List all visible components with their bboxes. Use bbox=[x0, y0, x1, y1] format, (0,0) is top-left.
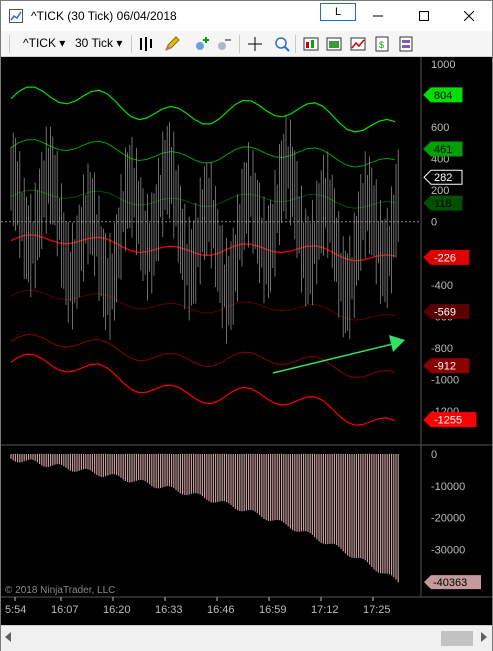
close-icon bbox=[464, 11, 474, 21]
link-button[interactable]: L bbox=[320, 3, 356, 21]
lower-band-3-line bbox=[10, 353, 396, 426]
toolbar-divider bbox=[9, 35, 10, 53]
minimize-button[interactable] bbox=[355, 1, 401, 31]
price-marker-label: 118 bbox=[434, 198, 452, 210]
time-axis-label: 17:12 bbox=[311, 604, 339, 616]
price-axis-tick: 0 bbox=[431, 217, 437, 229]
zoom-in-icon[interactable] bbox=[193, 35, 211, 53]
data-box-icon[interactable] bbox=[273, 35, 291, 53]
price-marker-label: -226 bbox=[434, 252, 456, 264]
trend-arrow-line[interactable] bbox=[272, 343, 394, 374]
window-title: ^TICK (30 Tick) 06/04/2018 bbox=[31, 9, 177, 23]
bar-type-icon[interactable] bbox=[137, 35, 155, 53]
indicators-icon[interactable] bbox=[302, 35, 320, 53]
interval-label: 30 Tick bbox=[75, 36, 114, 50]
scroll-left-arrow-icon[interactable] bbox=[5, 632, 11, 642]
price-marker-label: -912 bbox=[434, 361, 456, 373]
time-axis-label: 16:59 bbox=[259, 604, 287, 616]
strategies-icon[interactable] bbox=[325, 35, 343, 53]
price-marker-label: 282 bbox=[434, 172, 452, 184]
crosshair-icon[interactable] bbox=[246, 35, 264, 53]
instrument-selector[interactable]: ^TICK ▾ bbox=[23, 36, 65, 50]
drawing-tool-icon[interactable] bbox=[163, 35, 181, 53]
price-axis-tick: 600 bbox=[431, 122, 449, 134]
price-marker-label: -1255 bbox=[434, 415, 462, 427]
lower-band-2-line bbox=[10, 333, 396, 379]
time-axis-label: 16:07 bbox=[51, 604, 79, 616]
scroll-thumb[interactable] bbox=[441, 631, 473, 646]
properties-icon[interactable] bbox=[397, 35, 415, 53]
maximize-button[interactable] bbox=[401, 1, 447, 31]
price-marker-label: 804 bbox=[434, 90, 452, 102]
upper-band-2-line bbox=[10, 139, 396, 168]
minimize-icon bbox=[373, 15, 383, 17]
price-axis-tick: -400 bbox=[431, 280, 453, 292]
upper-band-3-line bbox=[10, 86, 396, 133]
time-axis-label: 17:25 bbox=[363, 604, 391, 616]
time-axis-label: 16:33 bbox=[155, 604, 183, 616]
toolbar-divider bbox=[131, 35, 132, 53]
price-axis-tick: -1000 bbox=[431, 374, 459, 386]
time-axis-label: 16:20 bbox=[103, 604, 131, 616]
lower-price-marker-label: -40363 bbox=[433, 577, 467, 589]
time-axis-label: 16:46 bbox=[207, 604, 235, 616]
price-axis-tick: 200 bbox=[431, 185, 449, 197]
chart-style-icon[interactable] bbox=[349, 35, 367, 53]
maximize-icon bbox=[419, 11, 429, 21]
upper-band-1-line bbox=[10, 189, 396, 209]
scroll-right-arrow-icon[interactable] bbox=[481, 632, 487, 642]
templates-icon[interactable]: $ bbox=[373, 35, 391, 53]
title-bar[interactable]: ^TICK (30 Tick) 06/04/2018 L bbox=[1, 1, 492, 31]
chart-toolbar: ^TICK ▾ 30 Tick ▾ $ bbox=[1, 31, 492, 57]
toolbar-divider bbox=[295, 35, 296, 53]
lower-axis-tick: -30000 bbox=[431, 544, 465, 556]
zoom-out-icon[interactable] bbox=[215, 35, 233, 53]
lower-axis-tick: -20000 bbox=[431, 513, 465, 525]
chart-canvas[interactable]: 10008006004002000-200-400-600-800-1000-1… bbox=[1, 57, 492, 625]
chart-app-icon bbox=[9, 9, 23, 23]
lower-axis-tick: 0 bbox=[431, 449, 437, 461]
toolbar-divider bbox=[239, 35, 240, 53]
trend-arrow-head[interactable] bbox=[389, 335, 405, 352]
lower-axis-tick: -10000 bbox=[431, 481, 465, 493]
interval-selector[interactable]: 30 Tick ▾ bbox=[75, 36, 122, 50]
chart-panel[interactable]: 10008006004002000-200-400-600-800-1000-1… bbox=[1, 57, 492, 625]
price-marker-label: -569 bbox=[434, 306, 456, 318]
price-marker-label: 461 bbox=[434, 144, 452, 156]
app-window: ^TICK (30 Tick) 06/04/2018 L ^TICK ▾ 30 … bbox=[0, 0, 493, 651]
price-axis-tick: 1000 bbox=[431, 59, 455, 71]
instrument-label: ^TICK bbox=[23, 36, 56, 50]
copyright-text: © 2018 NinjaTrader, LLC bbox=[5, 585, 115, 596]
svg-text:$: $ bbox=[379, 40, 384, 50]
close-button[interactable] bbox=[446, 1, 492, 31]
horizontal-scrollbar[interactable] bbox=[1, 625, 492, 651]
time-axis-label: 5:54 bbox=[5, 604, 26, 616]
price-axis-tick: -800 bbox=[431, 343, 453, 355]
